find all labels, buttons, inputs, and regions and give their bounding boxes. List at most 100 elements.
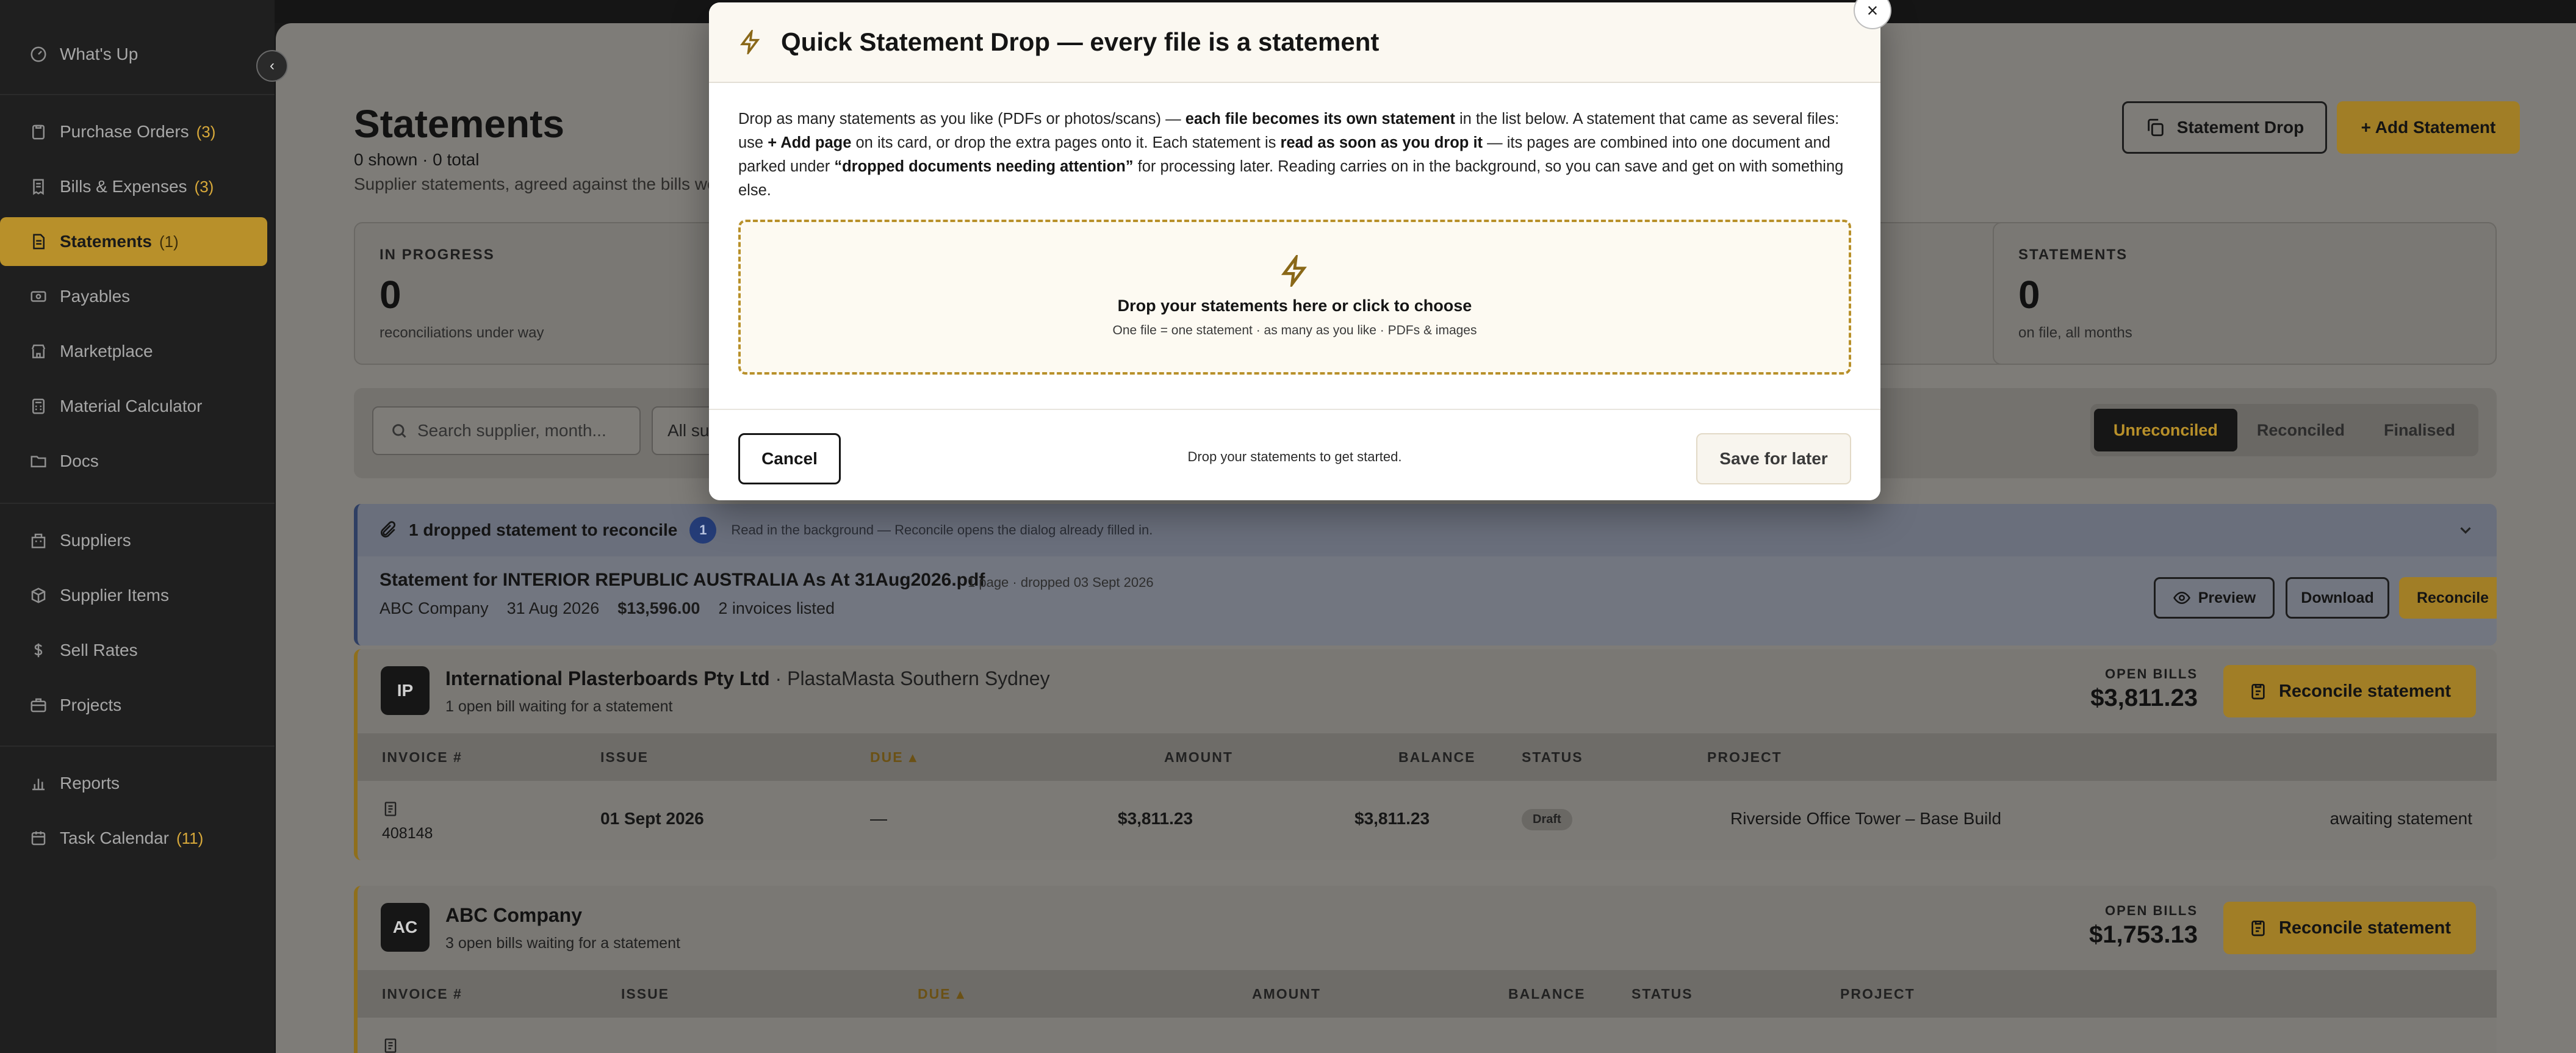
add-statement-button[interactable]: + Add Statement bbox=[2337, 101, 2520, 154]
column-header[interactable]: AMOUNT bbox=[1164, 749, 1233, 766]
dropped-date: 31 Aug 2026 bbox=[506, 599, 600, 617]
stat-hint: on file, all months bbox=[2018, 325, 2132, 341]
collapse-sidebar-button[interactable]: ‹ bbox=[256, 50, 288, 82]
stat-card-in-progress: IN PROGRESS 0 reconciliations under way bbox=[354, 222, 744, 365]
statement-drop-button[interactable]: Statement Drop bbox=[2122, 101, 2327, 154]
supplier-subtitle: 3 open bills waiting for a statement bbox=[445, 935, 680, 952]
column-header[interactable]: PROJECT bbox=[1707, 749, 1782, 766]
open-bills-label: OPEN BILLS bbox=[2104, 666, 2198, 681]
status-badge: Draft bbox=[1522, 809, 1572, 830]
sidebar-item-count: (11) bbox=[176, 828, 204, 847]
sidebar-item-bills-expenses[interactable]: Bills & Expenses (3) bbox=[0, 162, 267, 211]
dialog-description: Drop as many statements as you like (PDF… bbox=[738, 110, 1844, 199]
store-icon bbox=[29, 342, 48, 361]
box-icon bbox=[29, 586, 48, 605]
chevron-left-icon: ‹ bbox=[270, 57, 275, 74]
reconcile-statement-label: Reconcile statement bbox=[2278, 681, 2452, 701]
building-icon bbox=[29, 531, 48, 550]
table-row[interactable]: 408148 01 Sept 2026 — $3,811.23 $3,811.2… bbox=[358, 781, 2497, 860]
preview-button[interactable]: Preview bbox=[2154, 577, 2275, 619]
eye-icon bbox=[2173, 589, 2191, 607]
tab-unreconciled[interactable]: Unreconciled bbox=[2093, 409, 2237, 451]
column-header-sorted[interactable]: DUE bbox=[918, 986, 951, 1002]
dialog-footer: Cancel Drop your statements to get start… bbox=[709, 409, 1880, 500]
reconcile-button[interactable]: Reconcile bbox=[2399, 577, 2497, 619]
amount: $3,811.23 bbox=[1118, 809, 1193, 828]
table-row[interactable] bbox=[358, 1018, 2497, 1053]
column-header[interactable]: ISSUE bbox=[600, 749, 649, 766]
sidebar-item-statements[interactable]: Statements (1) bbox=[0, 217, 267, 266]
sidebar-item-docs[interactable]: Docs bbox=[0, 437, 267, 486]
sidebar-item-label: Docs bbox=[60, 451, 99, 470]
search-input[interactable]: Search supplier, month... bbox=[372, 406, 641, 455]
due-date: — bbox=[870, 809, 887, 828]
sidebar-item-count: (3) bbox=[194, 177, 214, 196]
sidebar-item-whats-up[interactable]: What's Up bbox=[0, 30, 267, 79]
page-count: 0 shown · 0 total bbox=[354, 150, 480, 169]
sidebar-item-sell-rates[interactable]: Sell Rates bbox=[0, 626, 267, 675]
document-icon bbox=[29, 232, 48, 251]
dropped-panel-header[interactable]: 1 dropped statement to reconcile 1 Read … bbox=[358, 504, 2497, 556]
sidebar-item-payables[interactable]: Payables bbox=[0, 272, 267, 321]
dropped-statement-row: Statement for INTERIOR REPUBLIC AUSTRALI… bbox=[358, 556, 2497, 645]
search-icon bbox=[392, 424, 406, 438]
supplier-branch: · PlastaMasta Southern Sydney bbox=[769, 667, 1050, 689]
gauge-icon bbox=[29, 45, 48, 63]
reconcile-statement-button[interactable]: Reconcile statement bbox=[2223, 902, 2476, 954]
sidebar-item-label: Task Calendar bbox=[60, 828, 169, 847]
file-dropzone[interactable]: Drop your statements here or click to ch… bbox=[738, 220, 1851, 375]
tab-finalised[interactable]: Finalised bbox=[2364, 409, 2475, 451]
sidebar-item-purchase-orders[interactable]: Purchase Orders (3) bbox=[0, 107, 267, 156]
project-name[interactable]: Riverside Office Tower – Base Build bbox=[1730, 809, 2001, 828]
column-header-sorted[interactable]: DUE bbox=[870, 749, 904, 766]
invoice-icon bbox=[382, 1036, 399, 1053]
sidebar-item-count: (1) bbox=[159, 232, 179, 251]
sort-asc-icon: ▴ bbox=[957, 986, 965, 1002]
dropped-panel-title: 1 dropped statement to reconcile bbox=[409, 520, 678, 539]
lightning-icon bbox=[740, 30, 760, 54]
column-header[interactable]: BALANCE bbox=[1508, 986, 1585, 1002]
dollar-icon bbox=[29, 641, 48, 659]
sidebar-item-label: Projects bbox=[60, 695, 122, 714]
sidebar-item-label: What's Up bbox=[60, 45, 139, 63]
reconcile-statement-button[interactable]: Reconcile statement bbox=[2223, 665, 2476, 717]
preview-label: Preview bbox=[2198, 589, 2256, 606]
sidebar-item-task-calendar[interactable]: Task Calendar (11) bbox=[0, 814, 267, 863]
sidebar-item-marketplace[interactable]: Marketplace bbox=[0, 327, 267, 376]
sidebar-item-suppliers[interactable]: Suppliers bbox=[0, 516, 267, 565]
balance: $3,811.23 bbox=[1355, 809, 1430, 828]
dropzone-title: Drop your statements here or click to ch… bbox=[1117, 296, 1472, 315]
sidebar-item-supplier-items[interactable]: Supplier Items bbox=[0, 571, 267, 620]
sidebar-item-label: Payables bbox=[60, 287, 131, 306]
dropped-file-meta: 1 page · dropped 03 Sept 2026 bbox=[968, 575, 1154, 590]
stat-label: STATEMENTS bbox=[2018, 246, 2128, 263]
save-for-later-button[interactable]: Save for later bbox=[1696, 433, 1851, 484]
close-icon: × bbox=[1866, 0, 1879, 21]
dropped-amount: $13,596.00 bbox=[617, 599, 700, 617]
add-statement-label: + Add Statement bbox=[2361, 118, 2496, 137]
sidebar-item-reports[interactable]: Reports bbox=[0, 759, 267, 808]
supplier-subtitle: 1 open bill waiting for a statement bbox=[445, 698, 673, 715]
tab-reconciled[interactable]: Reconciled bbox=[2237, 409, 2364, 451]
status-segmented-control: Unreconciled Reconciled Finalised bbox=[2090, 404, 2478, 456]
quick-statement-drop-dialog: Quick Statement Drop — every file is a s… bbox=[709, 0, 1891, 500]
chevron-down-icon[interactable] bbox=[2456, 521, 2475, 539]
stat-card-statements: STATEMENTS 0 on file, all months bbox=[1993, 222, 2497, 365]
download-button[interactable]: Download bbox=[2286, 577, 2389, 619]
column-header[interactable]: BALANCE bbox=[1398, 749, 1475, 766]
issue-date: 01 Sept 2026 bbox=[600, 809, 704, 828]
column-header[interactable]: INVOICE # bbox=[382, 986, 462, 1002]
column-header[interactable]: PROJECT bbox=[1840, 986, 1915, 1002]
column-header[interactable]: AMOUNT bbox=[1252, 986, 1321, 1002]
supplier-name: ABC Company bbox=[445, 904, 583, 926]
sidebar-item-label: Reports bbox=[60, 774, 120, 792]
column-header[interactable]: STATUS bbox=[1632, 986, 1693, 1002]
sidebar-item-projects[interactable]: Projects bbox=[0, 681, 267, 730]
column-header[interactable]: INVOICE # bbox=[382, 749, 462, 766]
sidebar-item-material-calculator[interactable]: Material Calculator bbox=[0, 382, 267, 431]
statement-drop-label: Statement Drop bbox=[2176, 118, 2304, 137]
folder-icon bbox=[29, 452, 48, 470]
reconcile-statement-label: Reconcile statement bbox=[2278, 918, 2452, 938]
column-header[interactable]: STATUS bbox=[1522, 749, 1583, 766]
column-header[interactable]: ISSUE bbox=[621, 986, 669, 1002]
